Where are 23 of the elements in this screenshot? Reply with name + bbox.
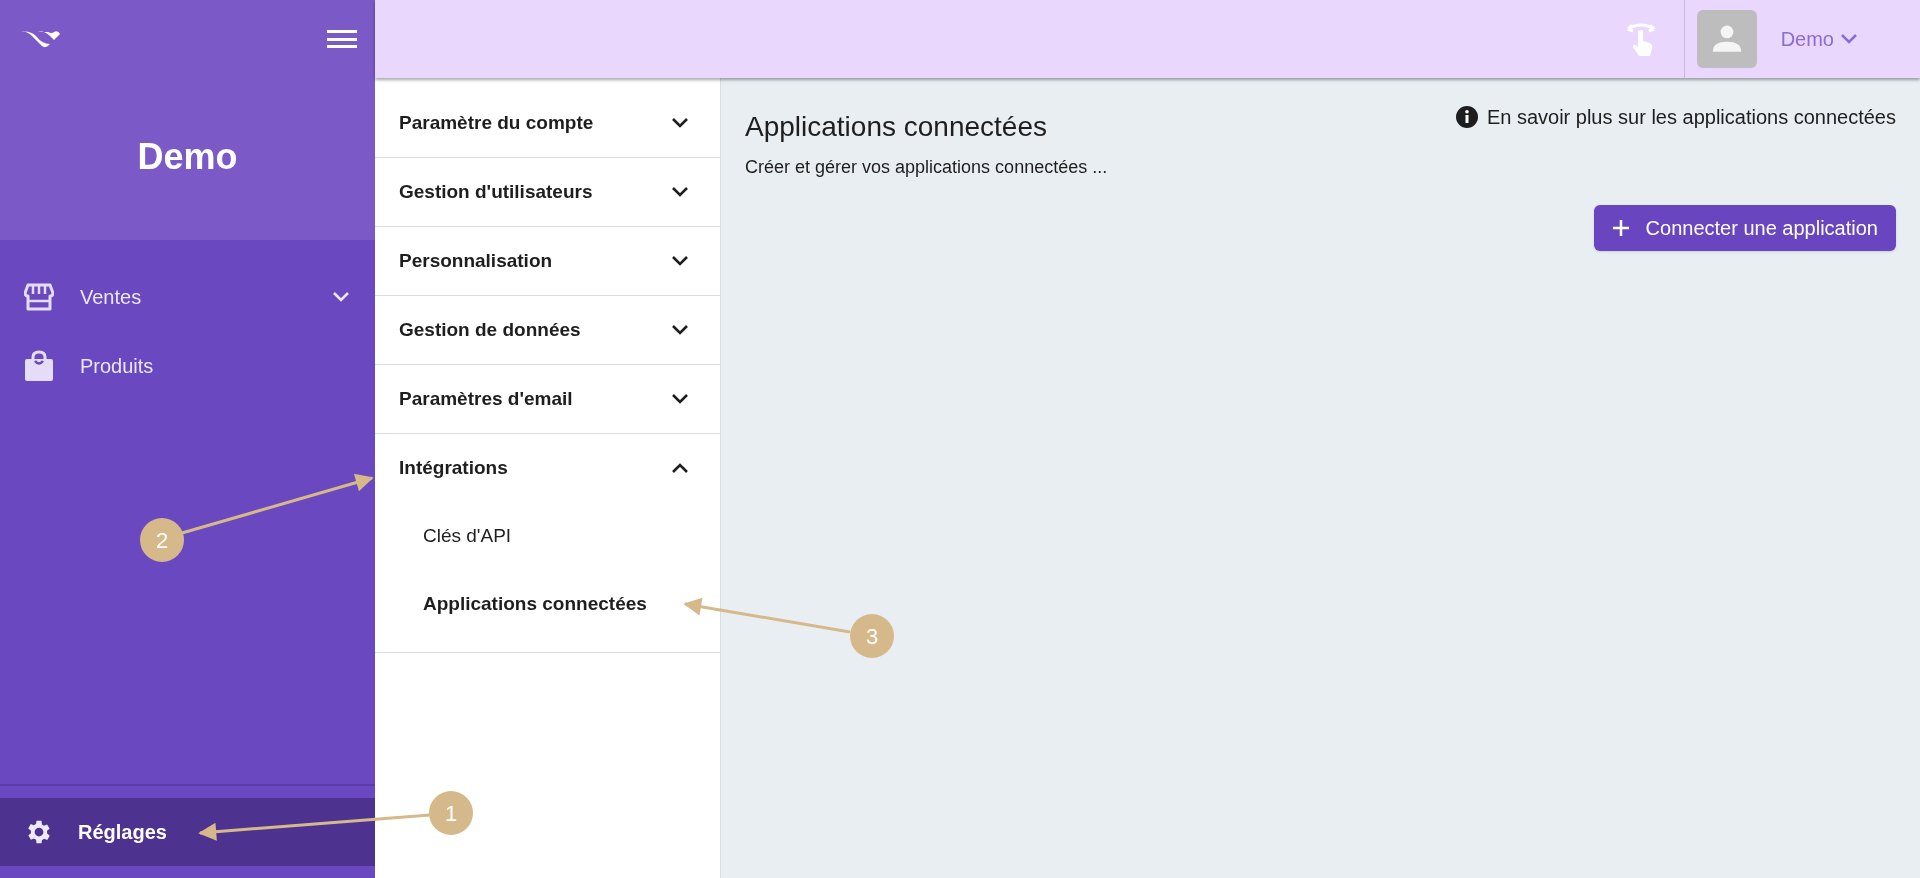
settings-section[interactable]: Personnalisation xyxy=(375,227,720,295)
shopping-bag-icon xyxy=(24,349,54,382)
settings-nav-item[interactable]: Réglages xyxy=(0,798,375,866)
settings-section[interactable]: Gestion de données xyxy=(375,296,720,364)
page-title: Applications connectées xyxy=(745,110,1047,144)
settings-subitem[interactable]: Clés d'API xyxy=(375,502,720,570)
chevron-down-icon xyxy=(1840,33,1858,45)
plus-icon xyxy=(1611,219,1630,237)
settings-section[interactable]: Paramètre du compte xyxy=(375,89,720,157)
sidebar-item[interactable]: Ventes xyxy=(0,262,375,331)
menu-icon[interactable] xyxy=(327,28,357,50)
settings-section[interactable]: Paramètres d'email xyxy=(375,365,720,433)
connect-app-button[interactable]: Connecter une application xyxy=(1593,205,1896,251)
settings-section[interactable]: Gestion d'utilisateurs xyxy=(375,158,720,226)
settings-subitem[interactable]: Applications connectées xyxy=(375,570,720,638)
help-link[interactable]: En savoir plus sur les applications connectées xyxy=(1454,102,1896,132)
info-icon xyxy=(1454,105,1479,129)
workspace-name: Demo xyxy=(137,135,238,179)
settings-section[interactable]: Intégrations xyxy=(375,434,720,502)
store-icon xyxy=(24,282,54,311)
page-subtitle: Créer et gérer vos applications connectées ... xyxy=(745,156,1109,179)
avatar[interactable] xyxy=(1696,10,1757,68)
sidebar-item[interactable]: Produits xyxy=(0,331,375,400)
